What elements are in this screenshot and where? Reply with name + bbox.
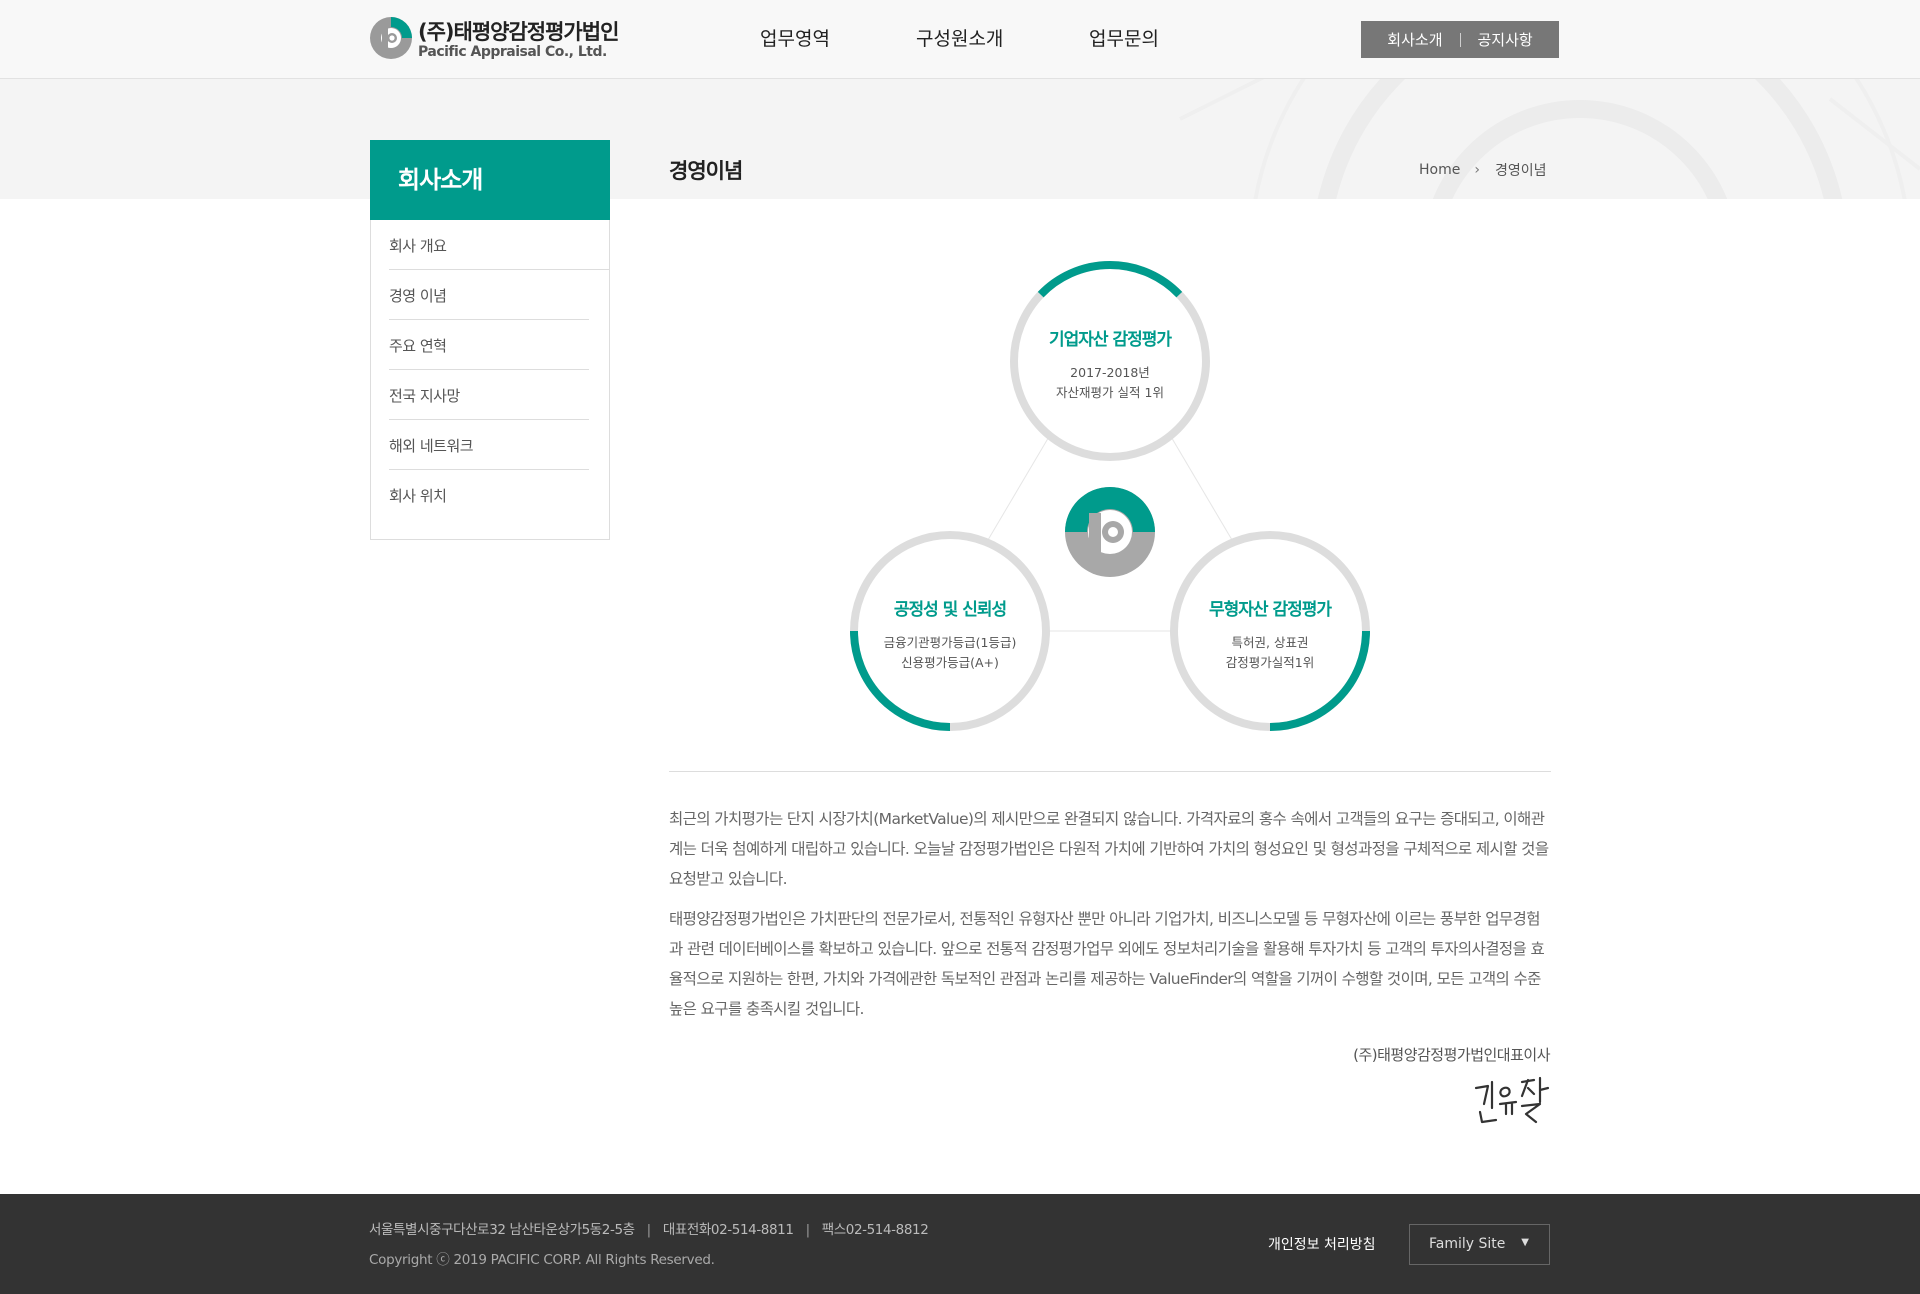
lnb-item: 회사 개요 [389,220,609,270]
footer-copyright: Copyright ⓒ 2019 PACIFIC CORP. All Right… [369,1252,715,1268]
logo-korean-name: (주)태평양감정평가법인 [418,20,619,44]
lnb-item-overseas[interactable]: 해외 네트워크 [389,420,589,456]
circle-title: 공정성 및 신뢰성 [893,600,1007,620]
fax-text: 팩스02-514-8812 [821,1222,929,1238]
lnb-item-location[interactable]: 회사 위치 [389,470,589,506]
lnb-title: 회사소개 [370,140,610,220]
paragraph: 태평양감정평가법인은 가치판단의 전문가로서, 전통적인 유형자산 뿐만 아니라… [669,910,1545,1018]
lnb-item-overview[interactable]: 회사 개요 [389,220,609,256]
background-decoration [1179,79,1920,199]
lnb-item-branches[interactable]: 전국 지사망 [389,370,589,406]
circle-desc: 2017-2018년 자산재평가 실적 1위 [1056,365,1164,400]
breadcrumb: Home › 경영이념 [1419,160,1546,180]
circle-intangible-assets: 무형자산 감정평가 특허권, 상표권 감정평가실적1위 [1170,595,1370,673]
site-logo[interactable]: (주)태평양감정평가법인 Pacific Appraisal Co., Ltd. [369,16,629,66]
circle-fairness: 공정성 및 신뢰성 금융기관평가등급(1등급) 신용평가등급(A+) [850,595,1050,673]
logo-english-name: Pacific Appraisal Co., Ltd. [418,44,607,60]
content-divider [669,771,1551,772]
caret-down-icon: ▼ [1521,1237,1529,1248]
util-notice-link[interactable]: 공지사항 [1461,29,1550,50]
address-text: 서울특별시중구다산로32 남산타운상가5동2-5층 [369,1222,635,1238]
center-logo-icon [1065,487,1155,577]
privacy-policy-link[interactable]: 개인정보 처리방침 [1268,1234,1376,1254]
lnb-item: 회사 위치 [389,470,589,520]
family-site-label: Family Site [1429,1236,1506,1252]
chevron-right-icon: › [1474,162,1480,178]
circle-title: 무형자산 감정평가 [1208,600,1332,620]
lnb-item: 전국 지사망 [389,370,589,420]
lnb-item-philosophy[interactable]: 경영 이념 [389,270,589,306]
lnb-item: 해외 네트워크 [389,420,589,470]
util-company-link[interactable]: 회사소개 [1370,29,1459,50]
nav-members[interactable]: 구성원소개 [916,24,1003,51]
breadcrumb-home[interactable]: Home [1419,162,1460,178]
breadcrumb-current: 경영이념 [1494,163,1547,179]
utility-menu: 회사소개 공지사항 [1361,21,1559,58]
lnb-item-history[interactable]: 주요 연혁 [389,320,589,356]
sub-visual-band [0,79,1920,199]
site-footer: 서울특별시중구다산로32 남산타운상가5동2-5층 | 대표전화02-514-881… [0,1194,1920,1294]
site-header: (주)태평양감정평가법인 Pacific Appraisal Co., Ltd.… [0,0,1920,79]
circle-title: 기업자산 감정평가 [1048,330,1172,350]
circle-arc-top [1037,261,1183,298]
circle-desc: 특허권, 상표권 감정평가실적1위 [1225,635,1315,670]
pacific-logo-icon [370,17,412,59]
philosophy-diagram: 기업자산 감정평가 2017-2018년 자산재평가 실적 1위 공정성 및 신… [840,255,1380,735]
ceo-title: (주)태평양감정평가법인대표이사 [1353,1046,1550,1064]
philosophy-text: 최근의 가치평가는 단지 시장가치(MarketValue)의 제시만으로 완결… [669,804,1553,1034]
lnb-item: 주요 연혁 [389,320,589,370]
circle-desc: 금융기관평가등급(1등급) 신용평가등급(A+) [883,635,1017,670]
nav-business-area[interactable]: 업무영역 [760,24,830,51]
signature-image [1474,1076,1550,1124]
lnb-menu: 회사 개요 경영 이념 주요 연혁 전국 지사망 해외 네트워크 회사 위치 [370,220,610,540]
lnb-item: 경영 이념 [389,270,589,320]
paragraph: 최근의 가치평가는 단지 시장가치(MarketValue)의 제시만으로 완결… [669,810,1549,888]
nav-inquiry[interactable]: 업무문의 [1089,24,1159,51]
footer-address: 서울특별시중구다산로32 남산타운상가5동2-5층 | 대표전화02-514-881… [369,1222,929,1238]
page-title: 경영이념 [669,159,743,183]
family-site-select[interactable]: Family Site ▼ [1409,1224,1550,1265]
phone-text: 대표전화02-514-8811 [662,1222,794,1238]
circle-corporate-assets: 기업자산 감정평가 2017-2018년 자산재평가 실적 1위 [1010,325,1210,403]
